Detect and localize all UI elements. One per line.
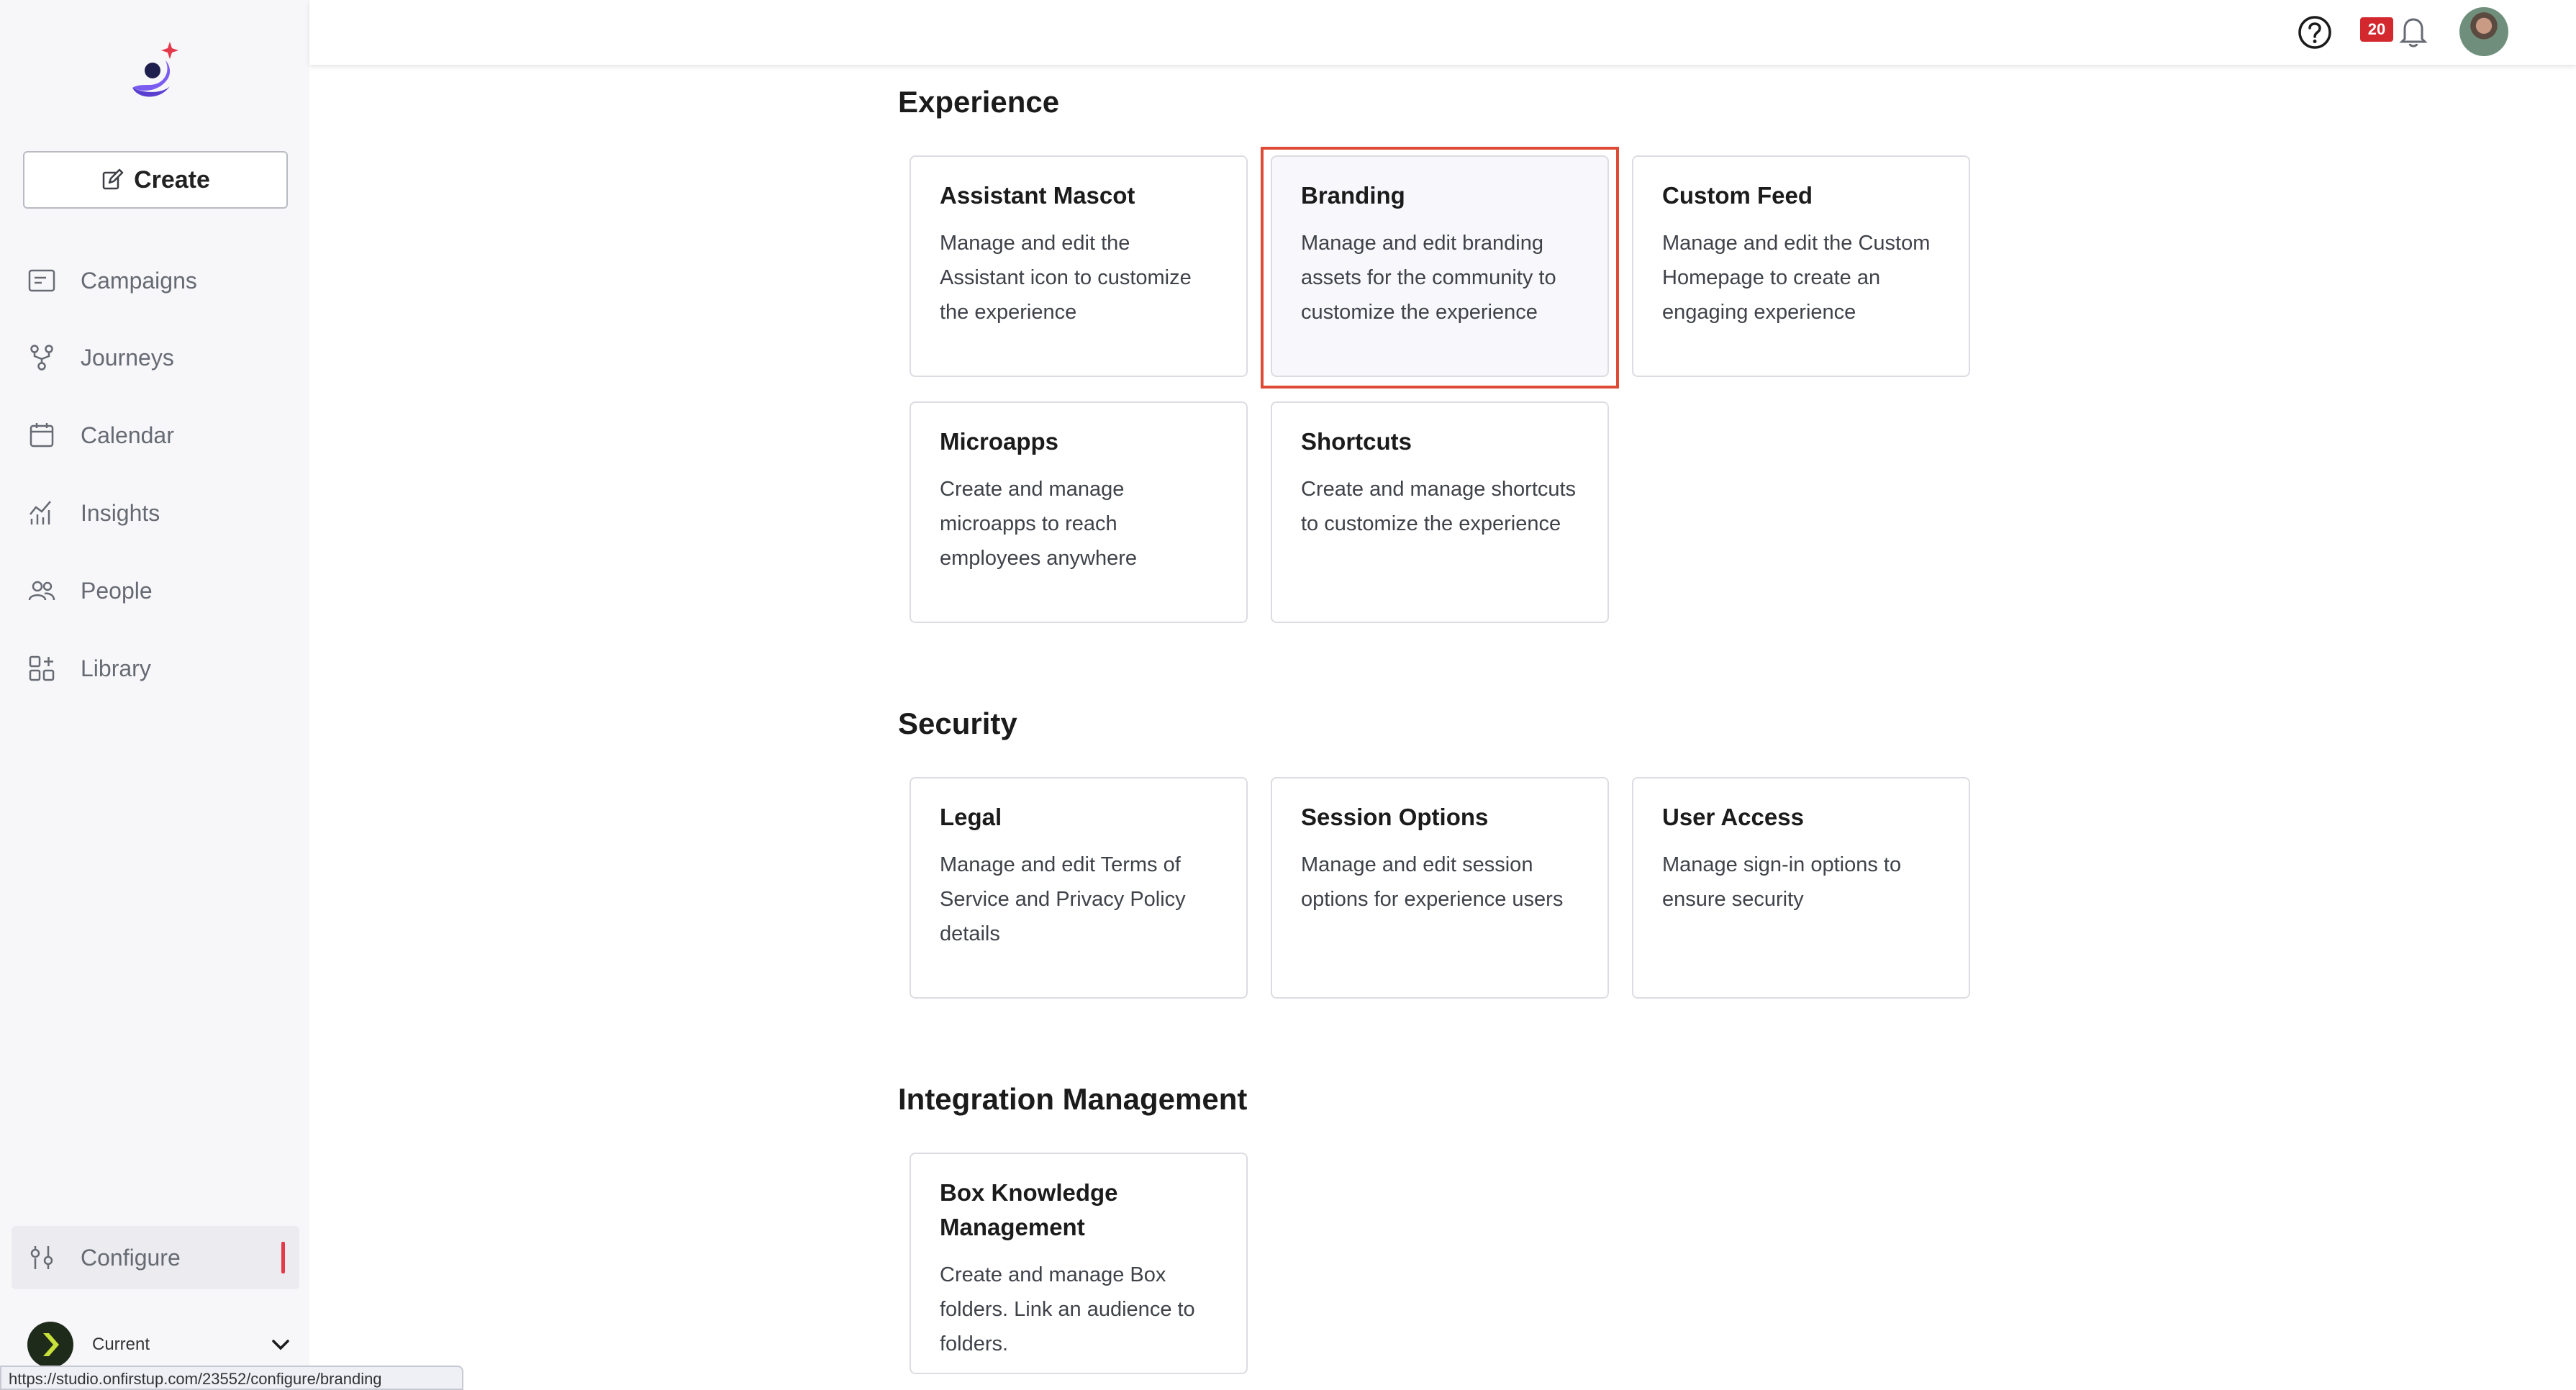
sidebar-item-label: Campaigns (81, 267, 197, 294)
library-icon (26, 653, 58, 684)
card-user-access[interactable]: User Access Manage sign-in options to en… (1632, 777, 1970, 999)
card-description: Manage sign-in options to ensure securit… (1662, 853, 1902, 911)
sidebar-item-insights[interactable]: Insights (26, 488, 292, 538)
sidebar-item-label: People (81, 577, 153, 604)
app-logo[interactable] (128, 40, 181, 102)
notification-count-badge: 20 (2360, 17, 2393, 42)
sidebar: Create Campaigns Journeys Calendar Insig… (0, 0, 309, 1390)
sidebar-item-library[interactable]: Library (26, 643, 292, 694)
card-title: Session Options (1301, 804, 1489, 830)
section-title-integration-management: Integration Management (898, 1082, 1248, 1116)
section-title-security: Security (898, 707, 1017, 740)
bell-icon[interactable] (2396, 13, 2431, 49)
insights-icon (26, 497, 58, 529)
sidebar-item-people[interactable]: People (26, 565, 292, 616)
chevron-down-icon (272, 1340, 289, 1350)
status-url-preview: https://studio.onfirstup.com/23552/confi… (0, 1366, 463, 1390)
card-title: Microapps (940, 428, 1059, 455)
sidebar-item-configure[interactable]: Configure (12, 1226, 299, 1289)
sidebar-item-label: Library (81, 655, 151, 681)
campaigns-icon (26, 265, 58, 296)
card-title: Shortcuts (1301, 428, 1412, 455)
sidebar-item-label: Insights (81, 499, 160, 526)
sidebar-item-journeys[interactable]: Journeys (26, 332, 292, 383)
configure-icon (26, 1242, 58, 1273)
card-description: Manage and edit branding assets for the … (1301, 232, 1556, 324)
sidebar-item-label: Configure (81, 1244, 181, 1271)
section-title-experience: Experience (898, 85, 1060, 119)
card-title: Legal (940, 804, 1002, 830)
card-description: Manage and edit Terms of Service and Pri… (940, 853, 1186, 945)
org-switcher[interactable]: Current (27, 1319, 294, 1370)
create-button[interactable]: Create (23, 151, 288, 209)
card-description: Create and manage microapps to reach emp… (940, 478, 1138, 570)
create-button-label: Create (134, 165, 210, 194)
card-title: Assistant Mascot (940, 182, 1135, 209)
card-title: Custom Feed (1662, 182, 1813, 209)
card-box-knowledge-management[interactable]: Box Knowledge Management Create and mana… (910, 1153, 1248, 1374)
card-branding[interactable]: Branding Manage and edit branding assets… (1271, 155, 1609, 377)
card-shortcuts[interactable]: Shortcuts Create and manage shortcuts to… (1271, 401, 1609, 623)
org-logo-icon (27, 1322, 73, 1368)
sidebar-item-calendar[interactable]: Calendar (26, 410, 292, 460)
help-icon[interactable] (2297, 14, 2333, 50)
user-avatar[interactable] (2459, 7, 2508, 56)
card-title: User Access (1662, 804, 1804, 830)
card-assistant-mascot[interactable]: Assistant Mascot Manage and edit the Ass… (910, 155, 1248, 377)
calendar-icon (26, 419, 58, 451)
edit-icon (102, 168, 124, 190)
sidebar-item-campaigns[interactable]: Campaigns (26, 255, 292, 306)
card-description: Manage and edit the Custom Homepage to c… (1662, 232, 1931, 324)
sidebar-item-label: Calendar (81, 422, 174, 448)
card-description: Create and manage Box folders. Link an a… (940, 1263, 1195, 1355)
card-description: Manage and edit session options for expe… (1301, 853, 1564, 911)
org-label: Current (92, 1335, 150, 1354)
sidebar-item-label: Journeys (81, 344, 174, 371)
card-title: Box Knowledge Management (940, 1179, 1118, 1240)
card-description: Manage and edit the Assistant icon to cu… (940, 232, 1192, 324)
card-legal[interactable]: Legal Manage and edit Terms of Service a… (910, 777, 1248, 999)
top-header (309, 0, 2576, 65)
card-title: Branding (1301, 182, 1405, 209)
people-icon (26, 575, 58, 607)
journeys-icon (26, 342, 58, 373)
card-description: Create and manage shortcuts to customize… (1301, 478, 1577, 535)
card-custom-feed[interactable]: Custom Feed Manage and edit the Custom H… (1632, 155, 1970, 377)
card-session-options[interactable]: Session Options Manage and edit session … (1271, 777, 1609, 999)
active-indicator (281, 1242, 285, 1273)
card-microapps[interactable]: Microapps Create and manage microapps to… (910, 401, 1248, 623)
